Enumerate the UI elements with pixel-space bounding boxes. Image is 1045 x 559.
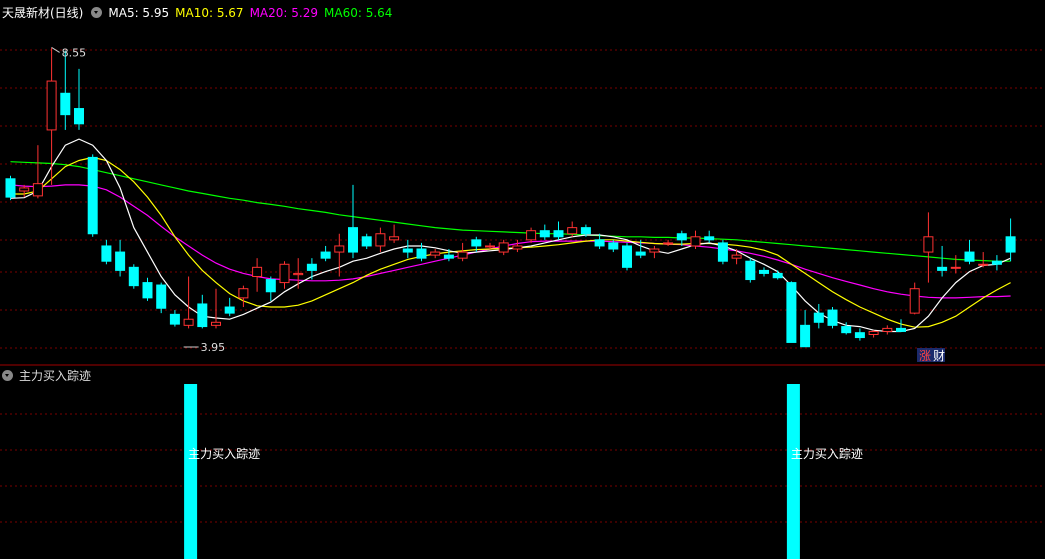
dropdown-icon[interactable] — [91, 7, 103, 18]
ma60-value: MA60: 5.64 — [324, 6, 393, 20]
ma5-value: MA5: 5.95 — [108, 6, 170, 20]
candle-down — [74, 108, 84, 125]
signal-label: 主力买入踪迹 — [791, 447, 863, 461]
candle-up — [485, 245, 495, 248]
candle-up — [334, 245, 345, 253]
candle-down — [348, 227, 358, 253]
candle-down — [896, 327, 906, 332]
sub-panel-header: 主力买入踪迹 — [2, 367, 97, 384]
candle-down — [87, 156, 98, 235]
candle-down — [5, 178, 16, 198]
candle-up — [663, 242, 674, 245]
candle-up — [526, 230, 537, 241]
candle-up — [690, 236, 701, 247]
candle-up — [252, 266, 263, 277]
candle-up — [238, 288, 249, 299]
candle-up — [183, 318, 194, 326]
candle-down — [594, 239, 605, 247]
candle-down — [676, 233, 687, 241]
candle-down — [786, 282, 797, 343]
candle-down — [813, 312, 824, 323]
candle-up — [512, 245, 523, 250]
candle-up — [430, 251, 441, 256]
candle-down — [197, 303, 208, 328]
candle-up — [868, 330, 879, 336]
candle-down — [306, 263, 317, 271]
high-label: 8.55 — [62, 46, 87, 59]
candle-up — [978, 263, 989, 266]
candle-down — [608, 242, 619, 250]
candle-up — [882, 327, 893, 332]
dropdown-icon[interactable] — [2, 370, 13, 381]
high-pointer — [51, 47, 60, 53]
candle-down — [101, 245, 112, 262]
candle-down — [471, 239, 482, 247]
candle-down — [142, 282, 153, 299]
candle-down — [937, 266, 948, 271]
signal-bar — [786, 384, 800, 559]
stock-title: 天晟新材(日线) — [2, 6, 84, 20]
candle-down — [60, 92, 71, 116]
ma20-value: MA20: 5.29 — [249, 6, 318, 20]
candle-down — [759, 269, 769, 274]
candle-up — [279, 263, 290, 284]
kline-chart[interactable]: 8.553.95涨 财主力买入踪迹 主力买入踪迹 — [0, 0, 1045, 559]
candle-up — [457, 251, 468, 259]
candle-up — [731, 254, 742, 259]
candle-down — [772, 272, 783, 279]
signal-bar — [184, 384, 198, 559]
candle-up — [211, 321, 221, 326]
candle-down — [115, 251, 126, 271]
candle-down — [991, 260, 1002, 265]
candle-down — [553, 230, 564, 238]
candle-up — [293, 272, 304, 276]
ma10-value: MA10: 5.67 — [175, 6, 244, 20]
zhang-badge-text: 涨 — [919, 348, 931, 363]
candle-up — [498, 242, 509, 253]
candle-down — [964, 251, 975, 262]
candle-up — [923, 236, 934, 253]
candle-down — [841, 326, 852, 334]
candle-down — [128, 266, 139, 287]
low-label: 3.95 — [201, 341, 226, 354]
candle-up — [567, 227, 578, 235]
candle-down — [745, 260, 756, 281]
candle-up — [46, 80, 57, 131]
candle-down — [361, 236, 372, 247]
candle-down — [580, 227, 591, 235]
main-panel-header: 天晟新材(日线) MA5: 5.95 MA10: 5.67 MA20: 5.29 MA6… — [2, 4, 398, 21]
candle-down — [416, 248, 427, 259]
candle-down — [704, 236, 715, 241]
candle-down — [717, 242, 728, 262]
candle-down — [635, 251, 646, 256]
candle-down — [169, 313, 180, 325]
candle-down — [265, 279, 276, 293]
candle-down — [1005, 236, 1016, 253]
cai-badge-text: 财 — [933, 349, 945, 363]
sub-panel-title: 主力买入踪迹 — [19, 369, 92, 383]
candle-up — [19, 187, 30, 192]
candle-down — [443, 254, 454, 259]
candle-up — [32, 183, 43, 197]
candle-up — [649, 248, 660, 253]
candle-down — [320, 251, 331, 259]
signal-label: 主力买入踪迹 — [188, 447, 260, 461]
candle-up — [909, 288, 920, 314]
candle-down — [224, 306, 235, 314]
candle-down — [622, 245, 632, 268]
candle-down — [402, 248, 413, 253]
candle-down — [539, 230, 550, 238]
candle-up — [389, 236, 400, 241]
candle-up — [950, 266, 961, 269]
candle-down — [800, 324, 811, 348]
candle-down — [827, 309, 838, 326]
candle-down — [854, 332, 865, 339]
candle-down — [156, 284, 167, 309]
candle-up — [375, 233, 386, 247]
ma60-line — [10, 161, 1011, 262]
